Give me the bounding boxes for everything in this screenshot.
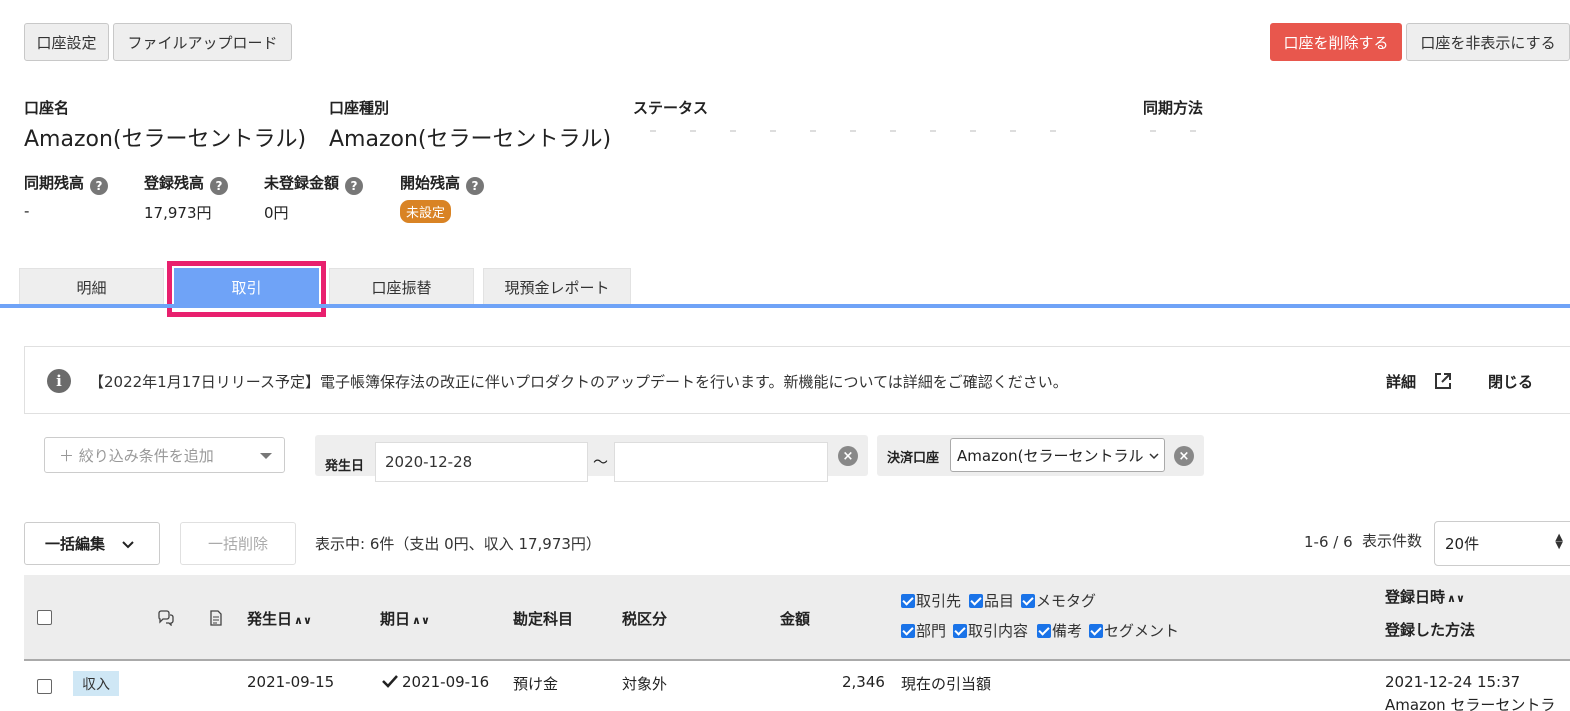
row-tax: 対象外 — [622, 675, 668, 693]
sort-icon: ▲ ▼ — [1555, 532, 1563, 551]
sync-method-value-redacted — [1150, 130, 1210, 132]
column-date-header[interactable]: 発生日 ∧∨ — [247, 608, 312, 629]
info-icon: i — [47, 369, 71, 393]
column-registered-at-header[interactable]: 登録日時 ∧∨ — [1385, 586, 1465, 607]
sort-icon[interactable]: ∧∨ — [294, 614, 312, 627]
help-icon[interactable]: ? — [90, 177, 109, 195]
chevron-down-icon — [260, 453, 272, 459]
select-all-checkbox[interactable] — [37, 610, 52, 625]
column-toggle-segment[interactable]: セグメント — [1089, 620, 1179, 641]
hide-account-button[interactable]: 口座を非表示にする — [1406, 23, 1570, 61]
column-amount-header: 金額 — [780, 610, 811, 628]
document-icon[interactable] — [209, 610, 223, 626]
notice-text: 【2022年1月17日リリース予定】電子帳簿保存法の改正に伴いプロダクトのアップ… — [89, 373, 1068, 391]
bulk-edit-button[interactable]: 一括編集 — [24, 522, 160, 565]
row-amount: 2,346 — [842, 673, 885, 691]
date-to-input[interactable] — [614, 442, 828, 482]
registered-balance-value: 17,973円 — [144, 204, 212, 222]
tab-highlight-box — [167, 261, 326, 317]
add-filter-dropdown[interactable]: ＋ 絞り込み条件を追加 — [44, 437, 285, 473]
help-icon[interactable]: ? — [466, 177, 485, 195]
date-from-input[interactable]: 2020-12-28 — [375, 442, 588, 482]
tab-cash-report[interactable]: 現預金レポート — [483, 268, 631, 306]
bulk-delete-button[interactable]: 一括削除 — [180, 522, 296, 565]
checkbox-checked-icon — [1089, 624, 1103, 638]
column-account-item-header: 勘定科目 — [513, 610, 574, 628]
delete-account-button[interactable]: 口座を削除する — [1270, 23, 1402, 61]
account-name-label: 口座名 — [24, 99, 70, 117]
per-page-label: 表示件数 — [1362, 532, 1423, 550]
synced-balance-value: - — [24, 202, 30, 220]
row-due: 2021-09-16 — [382, 673, 489, 691]
checkbox-checked-icon — [1021, 594, 1035, 608]
account-type-label: 口座種別 — [329, 99, 390, 117]
comment-icon[interactable] — [157, 610, 175, 626]
account-filter-label: 決済口座 — [887, 451, 940, 466]
account-name-value: Amazon(セラーセントラル) — [24, 127, 307, 152]
checkbox-checked-icon — [953, 624, 967, 638]
check-icon — [382, 675, 398, 688]
column-toggle-description[interactable]: 取引内容 — [953, 620, 1028, 641]
column-toggle-partner[interactable]: 取引先 — [901, 590, 961, 611]
notice-banner: i 【2022年1月17日リリース予定】電子帳簿保存法の改正に伴いプロダクトのア… — [24, 346, 1570, 414]
opening-balance-badge[interactable]: 未設定 — [400, 200, 452, 223]
column-tax-header: 税区分 — [622, 610, 668, 628]
tab-details[interactable]: 明細 — [19, 268, 164, 306]
opening-balance-label: 開始残高? — [400, 172, 485, 195]
checkbox-checked-icon — [901, 624, 915, 638]
notice-close-button[interactable]: 閉じる — [1488, 371, 1533, 392]
chevron-down-icon — [1148, 450, 1160, 462]
column-toggle-remarks[interactable]: 備考 — [1037, 620, 1082, 641]
tab-account-transfer[interactable]: 口座振替 — [329, 268, 474, 306]
unregistered-amount-value: 0円 — [264, 204, 289, 222]
result-summary: 表示中: 6件（支出 0円、収入 17,973円） — [315, 535, 601, 553]
column-toggle-memo-tag[interactable]: メモタグ — [1021, 590, 1096, 611]
status-label: ステータス — [633, 99, 709, 117]
checkbox-checked-icon — [969, 594, 983, 608]
range-separator: 〜 — [593, 453, 609, 471]
clear-icon[interactable]: × — [838, 446, 858, 466]
column-registered-method-header: 登録した方法 — [1385, 621, 1476, 639]
row-checkbox[interactable] — [37, 679, 52, 694]
date-filter-label: 発生日 — [325, 459, 365, 474]
column-toggle-department[interactable]: 部門 — [901, 620, 946, 641]
sort-icon[interactable]: ∧∨ — [412, 614, 430, 627]
column-toggle-item[interactable]: 品目 — [969, 590, 1014, 611]
type-badge: 収入 — [73, 671, 119, 696]
registered-balance-label: 登録残高? — [144, 172, 229, 195]
synced-balance-label: 同期残高? — [24, 172, 109, 195]
pager-count: 1-6 / 6 — [1304, 533, 1353, 551]
table-header: 発生日 ∧∨ 期日 ∧∨ 勘定科目 税区分 金額 取引先 品目 メモタグ 部門 取引… — [24, 575, 1570, 661]
account-settings-button[interactable]: 口座設定 — [24, 23, 109, 61]
checkbox-checked-icon — [901, 594, 915, 608]
account-type-value: Amazon(セラーセントラル) — [329, 127, 612, 152]
sort-icon[interactable]: ∧∨ — [1447, 592, 1465, 605]
date-filter-group: 発生日 2020-12-28 〜 × — [315, 435, 868, 482]
row-registered-method: Amazon セラーセントラ — [1385, 696, 1556, 711]
sync-method-label: 同期方法 — [1143, 99, 1204, 117]
help-icon[interactable]: ? — [345, 177, 364, 195]
row-date: 2021-09-15 — [247, 673, 335, 691]
row-account-item: 預け金 — [513, 675, 559, 693]
column-due-header[interactable]: 期日 ∧∨ — [380, 608, 430, 629]
per-page-select[interactable]: 20件 ▲ ▼ — [1434, 521, 1570, 566]
file-upload-button[interactable]: ファイルアップロード — [113, 23, 292, 61]
checkbox-checked-icon — [1037, 624, 1051, 638]
status-value-redacted — [650, 130, 1070, 132]
account-filter-select[interactable]: Amazon(セラーセントラル — [950, 438, 1165, 472]
chevron-down-icon — [122, 540, 134, 548]
tab-underline — [0, 304, 1570, 308]
clear-icon[interactable]: × — [1174, 446, 1194, 466]
help-icon[interactable]: ? — [210, 177, 229, 195]
account-filter-group: 決済口座 Amazon(セラーセントラル × — [877, 435, 1204, 476]
notice-details-link[interactable]: 詳細 — [1386, 371, 1453, 392]
unregistered-amount-label: 未登録金額? — [264, 172, 364, 195]
external-link-icon — [1435, 373, 1452, 389]
row-registered-at: 2021-12-24 15:37 — [1385, 673, 1521, 691]
row-description: 現在の引当額 — [901, 675, 992, 693]
